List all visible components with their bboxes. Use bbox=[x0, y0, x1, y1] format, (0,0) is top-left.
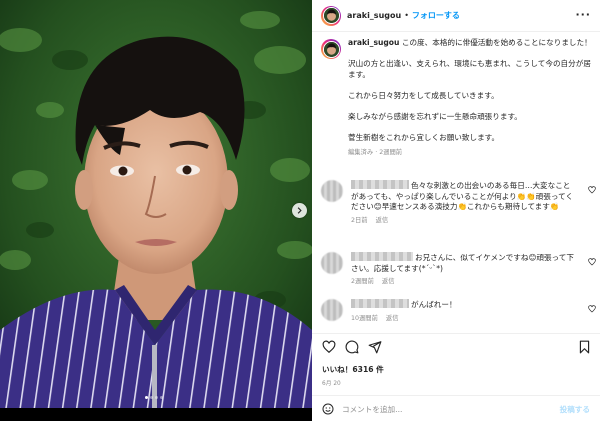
header-separator: • bbox=[404, 11, 409, 20]
comment-item: お兄さんに、似てイケメンですね😊頑張って下さい。応援してます(*ˊᵕˋ*) 2週… bbox=[321, 252, 596, 288]
post-date: 6月 20 bbox=[322, 381, 341, 387]
carousel-dot bbox=[150, 396, 153, 399]
heart-icon[interactable] bbox=[322, 340, 336, 354]
avatar[interactable] bbox=[321, 299, 343, 321]
header-username[interactable]: araki_sugou bbox=[347, 11, 401, 20]
chevron-right-icon bbox=[297, 207, 302, 214]
carousel-dot bbox=[145, 396, 148, 399]
reply-button[interactable]: 返信 bbox=[376, 217, 389, 224]
portrait-image bbox=[0, 0, 312, 408]
comment-text: がんばれー！ bbox=[411, 300, 457, 309]
caption-meta: 編集済み · 2週間前 bbox=[348, 148, 403, 156]
comment-item: 色々な刺激との出会いのある毎日…大変なことがあっても、やっぱり楽しんでいることが… bbox=[321, 180, 596, 226]
post-caption: araki_sugou この度、本格的に俳優活動を始めることになりました！ 沢山… bbox=[321, 38, 596, 158]
carousel-indicator bbox=[145, 396, 163, 399]
redacted-username bbox=[351, 180, 409, 189]
comment-icon[interactable] bbox=[345, 340, 359, 354]
comment-time: 2日前 bbox=[351, 216, 368, 224]
avatar[interactable] bbox=[321, 5, 341, 26]
caption-line-2: 沢山の方と出逢い、支えられ、環境にも恵まれ、こうして今の自分が居ます。 bbox=[348, 59, 591, 79]
caption-line-5: 菅生新樹をこれから宜しくお願い致します。 bbox=[348, 132, 500, 142]
carousel-next-button[interactable] bbox=[292, 203, 307, 218]
emoji-icon[interactable] bbox=[322, 403, 334, 415]
caption-line-4: 楽しみながら感謝を忘れずに一生懸命頑張ります。 bbox=[348, 111, 522, 121]
more-options-icon[interactable]: ··· bbox=[575, 9, 591, 20]
share-icon[interactable] bbox=[368, 340, 382, 354]
add-comment-bar: コメントを追加... 投稿する bbox=[312, 395, 600, 421]
heart-icon[interactable] bbox=[588, 258, 596, 266]
comment-time: 10週間前 bbox=[351, 314, 378, 322]
save-icon[interactable] bbox=[578, 340, 591, 354]
follow-button[interactable]: フォローする bbox=[412, 10, 460, 21]
post-comment-button[interactable]: 投稿する bbox=[560, 404, 590, 415]
post-actions: いいね！6316 件 6月 20 コメントを追加... 投稿する bbox=[312, 333, 600, 421]
add-comment-input[interactable]: コメントを追加... bbox=[342, 404, 402, 415]
redacted-username bbox=[351, 252, 413, 261]
redacted-username bbox=[351, 299, 409, 308]
likes-count[interactable]: いいね！6316 件 bbox=[322, 364, 384, 375]
avatar[interactable] bbox=[321, 180, 343, 202]
caption-avatar[interactable] bbox=[321, 39, 341, 59]
instagram-post-modal: araki_sugou • フォローする ··· araki_sugou この度… bbox=[0, 0, 600, 421]
carousel-dot bbox=[160, 396, 163, 399]
post-photo[interactable] bbox=[0, 0, 312, 421]
post-side-panel: araki_sugou • フォローする ··· araki_sugou この度… bbox=[312, 0, 600, 421]
carousel-dot bbox=[155, 396, 158, 399]
comment-time: 2週間前 bbox=[351, 278, 374, 285]
heart-icon[interactable] bbox=[588, 305, 596, 313]
avatar[interactable] bbox=[321, 252, 343, 274]
comment-item: がんばれー！ 10週間前 返信 bbox=[321, 299, 596, 324]
post-header: araki_sugou • フォローする ··· bbox=[312, 0, 600, 32]
reply-button[interactable]: 返信 bbox=[382, 278, 395, 285]
caption-body: araki_sugou この度、本格的に俳優活動を始めることになりました！ 沢山… bbox=[348, 38, 596, 158]
caption-username[interactable]: araki_sugou bbox=[348, 38, 399, 47]
caption-line-1: この度、本格的に俳優活動を始めることになりました！ bbox=[401, 38, 592, 47]
heart-icon[interactable] bbox=[588, 186, 596, 194]
caption-line-3: これから日々努力をして成長していきます。 bbox=[348, 90, 499, 100]
reply-button[interactable]: 返信 bbox=[386, 315, 399, 322]
